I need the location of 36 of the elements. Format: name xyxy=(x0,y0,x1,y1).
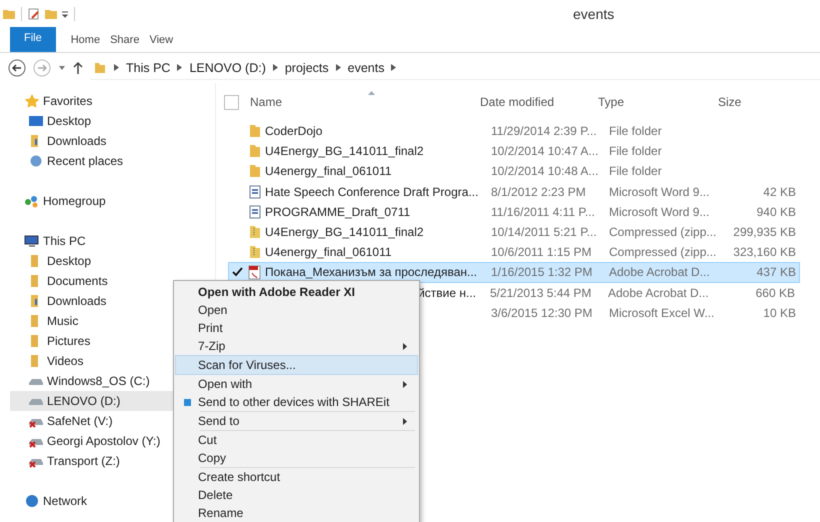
size-cell: 940 KB xyxy=(756,204,796,219)
date-cell: 10/2/2014 10:48 A... xyxy=(491,164,598,178)
file-name: U4energy_final_061011 xyxy=(265,245,392,260)
size-cell: 42 KB xyxy=(763,184,796,199)
file-name: U4Energy_BG_141011_final2 xyxy=(265,225,424,240)
type-cell: Adobe Acrobat D... xyxy=(609,265,710,280)
date-cell: 10/6/2011 1:15 PM xyxy=(491,245,592,260)
type-cell: File folder xyxy=(609,124,662,138)
type-cell: Microsoft Excel W... xyxy=(609,306,714,320)
date-cell: 11/29/2014 2:39 P... xyxy=(491,124,597,138)
file-name: PROGRAMME_Draft_0711 xyxy=(265,204,410,219)
type-cell: Compressed (zipp... xyxy=(609,225,716,240)
size-cell: 437 KB xyxy=(756,265,796,280)
type-cell: File folder xyxy=(609,144,662,158)
type-cell: File folder xyxy=(609,164,662,178)
date-cell: 11/16/2011 4:11 P... xyxy=(491,204,595,219)
file-name: CoderDojo xyxy=(265,124,322,138)
type-cell: Compressed (zipp... xyxy=(609,245,716,260)
type-cell: Microsoft Word 9... xyxy=(609,184,710,199)
date-cell: 5/21/2013 5:44 PM xyxy=(490,286,592,300)
size-cell: 10 KB xyxy=(763,306,796,320)
date-cell: 10/14/2011 5:21 P... xyxy=(491,225,597,240)
size-cell: 299,935 KB xyxy=(733,225,796,240)
type-cell: Adobe Acrobat D... xyxy=(608,286,709,300)
date-cell: 8/1/2012 2:23 PM xyxy=(491,184,586,199)
file-name: Покана_Механизъм за проследяван... xyxy=(265,265,478,280)
size-cell: 660 KB xyxy=(756,286,795,300)
date-cell: 10/2/2014 10:47 A... xyxy=(491,144,598,158)
file-name: U4Energy_BG_141011_final2 xyxy=(265,144,424,158)
date-cell: 3/6/2015 12:30 PM xyxy=(491,306,592,320)
size-cell: 323,160 KB xyxy=(733,245,796,260)
window-title: events xyxy=(573,6,614,22)
type-cell: Microsoft Word 9... xyxy=(609,204,710,219)
file-name: U4energy_final_061011 xyxy=(265,164,392,178)
date-cell: 1/16/2015 1:32 PM xyxy=(491,265,592,280)
file-name: Hate Speech Conference Draft Progra... xyxy=(265,184,478,199)
